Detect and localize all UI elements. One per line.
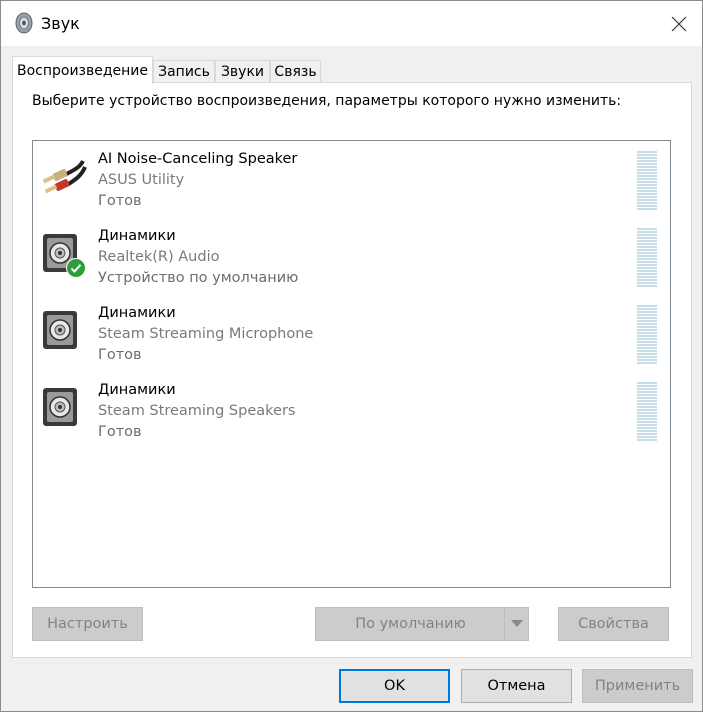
volume-meter	[637, 382, 657, 442]
chevron-down-icon	[510, 620, 523, 627]
set-default-label: По умолчанию	[355, 616, 466, 632]
tab-sounds[interactable]: Звуки	[215, 60, 270, 82]
set-default-dropdown[interactable]	[504, 608, 528, 640]
set-default-button[interactable]: По умолчанию	[315, 607, 529, 641]
device-driver: Realtek(R) Audio	[98, 249, 220, 265]
device-name: AI Noise-Canceling Speaker	[98, 151, 298, 167]
playback-panel: Выберите устройство воспроизведения, пар…	[12, 82, 692, 658]
window-title: Звук	[41, 14, 80, 33]
device-driver: Steam Streaming Microphone	[98, 326, 314, 342]
device-list[interactable]: AI Noise-Canceling Speaker ASUS Utility …	[32, 140, 671, 588]
close-icon	[671, 16, 687, 31]
volume-meter	[637, 228, 657, 288]
device-status: Готов	[98, 424, 142, 440]
properties-button[interactable]: Свойства	[558, 607, 669, 641]
list-item[interactable]: Динамики Realtek(R) Audio Устройство по …	[33, 218, 670, 295]
tab-playback[interactable]: Воспроизведение	[12, 56, 153, 84]
list-item[interactable]: Динамики Steam Streaming Speakers Готов	[33, 372, 670, 449]
device-status: Готов	[98, 193, 142, 209]
device-status: Готов	[98, 347, 142, 363]
title-bar[interactable]: Звук	[1, 1, 702, 46]
default-check-icon	[66, 258, 86, 278]
speaker-app-icon	[14, 12, 34, 34]
configure-button[interactable]: Настроить	[32, 607, 143, 641]
tab-communications[interactable]: Связь	[270, 60, 321, 82]
volume-meter	[637, 305, 657, 365]
apply-button[interactable]: Применить	[582, 669, 693, 703]
device-status: Устройство по умолчанию	[98, 270, 299, 286]
rca-cable-icon	[39, 153, 89, 203]
list-item[interactable]: Динамики Steam Streaming Microphone Гото…	[33, 295, 670, 372]
speaker-icon	[39, 384, 89, 434]
device-driver: ASUS Utility	[98, 172, 185, 188]
device-driver: Steam Streaming Speakers	[98, 403, 296, 419]
speaker-icon	[39, 307, 89, 357]
ok-button[interactable]: OK	[339, 669, 450, 703]
instruction-text: Выберите устройство воспроизведения, пар…	[32, 93, 622, 109]
device-name: Динамики	[98, 382, 176, 398]
volume-meter	[637, 151, 657, 211]
sound-dialog: Звук Воспроизведение Запись Звуки Связь …	[0, 0, 703, 712]
list-item[interactable]: AI Noise-Canceling Speaker ASUS Utility …	[33, 141, 670, 218]
device-name: Динамики	[98, 305, 176, 321]
close-button[interactable]	[656, 1, 702, 46]
tab-recording[interactable]: Запись	[153, 60, 215, 82]
device-name: Динамики	[98, 228, 176, 244]
cancel-button[interactable]: Отмена	[461, 669, 572, 703]
